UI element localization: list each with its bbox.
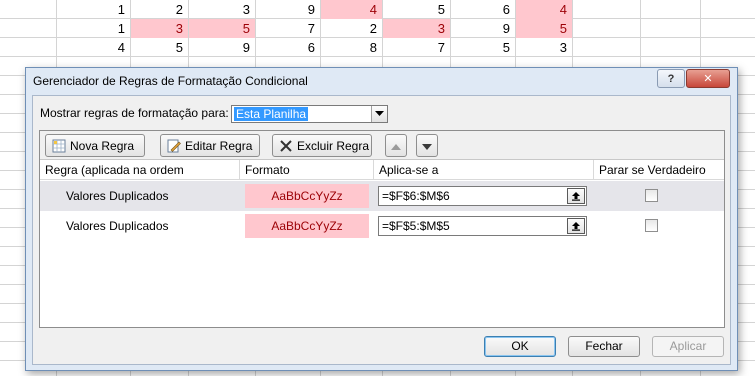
sheet-cell[interactable]: 9 [256, 0, 320, 19]
sheet-cell[interactable]: 4 [57, 38, 130, 57]
rules-scope-select[interactable]: Esta Planilha [231, 105, 388, 123]
column-format: Formato [240, 160, 374, 180]
rules-scope-value: Esta Planilha [234, 107, 309, 121]
sheet-cell[interactable]: 3 [383, 19, 450, 38]
sheet-cell[interactable]: 6 [256, 38, 320, 57]
rules-list: Nova Regra Editar Regra Excluir Regra Re… [39, 130, 725, 328]
rules-table-header: Regra (aplicada na ordem mostrada) Forma… [40, 160, 724, 197]
dialog-titlebar[interactable]: Gerenciador de Regras de Formatação Cond… [26, 68, 737, 94]
conditional-formatting-dialog: Gerenciador de Regras de Formatação Cond… [25, 67, 738, 371]
sheet-cell[interactable]: 7 [383, 38, 450, 57]
applies-to-value: =$F$6:$M$6 [382, 189, 450, 203]
delete-rule-button[interactable]: Excluir Regra [272, 134, 372, 157]
edit-rule-icon [167, 139, 181, 153]
sheet-cell[interactable]: 4 [516, 0, 572, 19]
sheet-cell[interactable]: 8 [321, 38, 382, 57]
format-preview: AaBbCcYyZz [245, 214, 369, 238]
sheet-cell[interactable]: 3 [189, 0, 255, 19]
sheet-cell[interactable]: 5 [516, 19, 572, 38]
sheet-cell[interactable]: 9 [189, 38, 255, 57]
close-window-button[interactable]: ✕ [686, 69, 730, 88]
rules-toolbar: Nova Regra Editar Regra Excluir Regra [40, 131, 724, 160]
ok-button[interactable]: OK [484, 336, 556, 357]
new-rule-button[interactable]: Nova Regra [45, 134, 145, 157]
collapse-dialog-icon [572, 192, 580, 201]
rule-name: Valores Duplicados [66, 189, 169, 203]
sheet-cell[interactable]: 1 [57, 0, 130, 19]
move-up-button[interactable] [385, 134, 407, 157]
sheet-cell[interactable]: 5 [383, 0, 450, 19]
edit-rule-label: Editar Regra [185, 138, 253, 153]
applies-to-input[interactable]: =$F$6:$M$6 [378, 186, 587, 206]
sheet-cell[interactable]: 2 [321, 19, 382, 38]
range-picker-button[interactable] [567, 188, 585, 204]
close-button[interactable]: Fechar [568, 336, 640, 357]
delete-icon [279, 139, 293, 153]
collapse-dialog-icon [572, 222, 580, 231]
dialog-title: Gerenciador de Regras de Formatação Cond… [33, 74, 308, 88]
arrow-up-icon [391, 139, 401, 153]
apply-button[interactable]: Aplicar [652, 336, 724, 357]
sheet-cell[interactable]: 5 [189, 19, 255, 38]
delete-rule-label: Excluir Regra [297, 138, 370, 153]
edit-rule-button[interactable]: Editar Regra [160, 134, 260, 157]
help-button[interactable]: ? [657, 69, 685, 88]
applies-to-value: =$F$5:$M$5 [382, 219, 450, 233]
move-down-button[interactable] [416, 134, 438, 157]
sheet-cell[interactable]: 7 [256, 19, 320, 38]
close-icon: ✕ [703, 73, 713, 85]
show-rules-label: Mostrar regras de formatação para: [40, 106, 229, 120]
dialog-body: Mostrar regras de formatação para: Esta … [32, 95, 731, 365]
sheet-cell[interactable]: 6 [451, 0, 515, 19]
chevron-down-icon[interactable] [371, 106, 387, 122]
sheet-cell[interactable]: 5 [131, 38, 188, 57]
rule-name: Valores Duplicados [66, 219, 169, 233]
range-picker-button[interactable] [567, 218, 585, 234]
rule-row[interactable]: Valores Duplicados AaBbCcYyZz =$F$6:$M$6 [40, 181, 724, 211]
sheet-cell[interactable]: 5 [451, 38, 515, 57]
column-rule: Regra (aplicada na ordem mostrada) [40, 160, 240, 197]
sheet-cell[interactable]: 9 [451, 19, 515, 38]
help-icon: ? [667, 72, 675, 85]
new-rule-label: Nova Regra [70, 138, 135, 153]
sheet-cell[interactable]: 2 [131, 0, 188, 19]
format-preview: AaBbCcYyZz [245, 184, 369, 208]
column-applies-to: Aplica-se a [374, 160, 594, 180]
arrow-down-icon [422, 139, 432, 153]
sheet-cell[interactable]: 3 [131, 19, 188, 38]
column-stop-if-true: Parar se Verdadeiro [599, 163, 706, 177]
applies-to-input[interactable]: =$F$5:$M$5 [378, 216, 587, 236]
stop-if-true-checkbox[interactable] [645, 219, 658, 232]
sheet-cell[interactable]: 1 [57, 19, 130, 38]
stop-if-true-checkbox[interactable] [645, 189, 658, 202]
rule-row[interactable]: Valores Duplicados AaBbCcYyZz =$F$5:$M$5 [40, 211, 724, 241]
new-rule-icon [52, 139, 66, 153]
sheet-cell[interactable]: 4 [321, 0, 382, 19]
sheet-cell[interactable]: 3 [516, 38, 572, 57]
